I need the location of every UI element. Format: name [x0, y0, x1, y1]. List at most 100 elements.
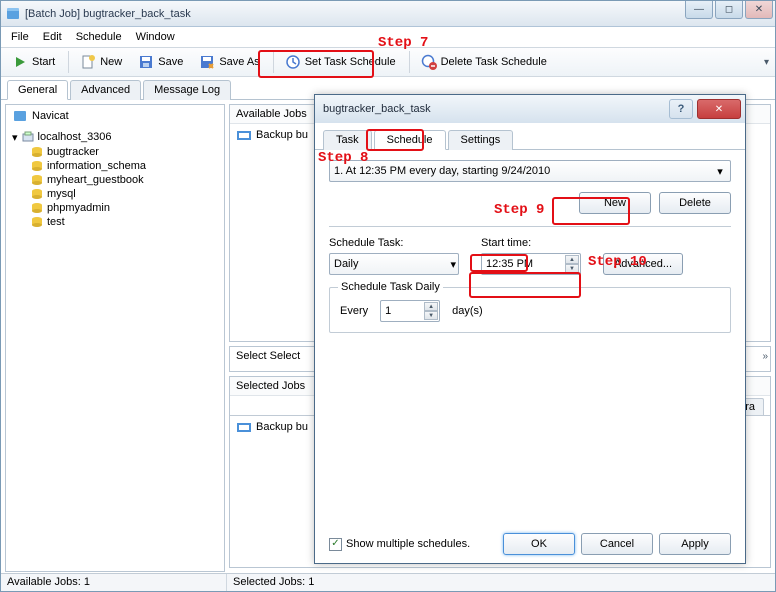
divider	[329, 226, 731, 227]
separator	[409, 51, 410, 73]
schedule-entry-label: 1. At 12:35 PM every day, starting 9/24/…	[334, 165, 550, 177]
status-selected: Selected Jobs: 1	[227, 574, 775, 591]
tree-db[interactable]: information_schema	[28, 159, 220, 173]
titlebar: [Batch Job] bugtracker_back_task — ◻ ✕	[1, 1, 775, 27]
tree-db[interactable]: test	[28, 215, 220, 229]
start-time-label: Start time:	[481, 237, 591, 249]
start-button[interactable]: Start	[5, 50, 62, 74]
clock-delete-icon	[421, 54, 437, 70]
tree-connection[interactable]: ▾ localhost_3306	[10, 129, 220, 145]
db-label: phpmyadmin	[47, 202, 110, 214]
tree-panel: Navicat ▾ localhost_3306 bugtracker info…	[5, 104, 225, 572]
db-label: mysql	[47, 188, 76, 200]
tab-general[interactable]: General	[7, 80, 68, 100]
db-label: bugtracker	[47, 146, 99, 158]
tree-root-label: Navicat	[32, 110, 69, 122]
every-value: 1	[385, 305, 391, 317]
new-button[interactable]: New	[73, 50, 129, 74]
tree-root[interactable]: Navicat	[6, 105, 224, 127]
schedule-list-combo[interactable]: 1. At 12:35 PM every day, starting 9/24/…	[329, 160, 731, 182]
save-icon	[138, 54, 154, 70]
minimize-button[interactable]: —	[685, 1, 713, 19]
tree-db[interactable]: bugtracker	[28, 145, 220, 159]
dialog-help-button[interactable]: ?	[669, 99, 693, 119]
spinner-buttons[interactable]: ▲▼	[424, 302, 438, 320]
schedule-task-value: Daily	[334, 258, 358, 270]
database-icon	[30, 216, 44, 228]
status-available: Available Jobs: 1	[1, 574, 227, 591]
statusbar: Available Jobs: 1 Selected Jobs: 1	[1, 573, 775, 591]
database-icon	[30, 146, 44, 158]
dialog-tab-settings[interactable]: Settings	[448, 130, 514, 150]
menu-schedule[interactable]: Schedule	[70, 29, 128, 45]
save-as-button[interactable]: Save As	[192, 50, 266, 74]
dialog-titlebar: bugtracker_back_task ? ✕	[315, 95, 745, 123]
db-label: myheart_guestbook	[47, 174, 144, 186]
db-list: bugtracker information_schema myheart_gu…	[28, 145, 220, 229]
chevron-down-icon: ▾	[450, 258, 456, 271]
connection-label: localhost_3306	[38, 131, 112, 143]
spinner-buttons[interactable]: ▲▼	[565, 255, 579, 273]
apply-label: Apply	[681, 538, 709, 550]
advanced-button[interactable]: Advanced...	[603, 253, 683, 275]
set-schedule-label: Set Task Schedule	[305, 56, 396, 68]
dialog-close-button[interactable]: ✕	[697, 99, 741, 119]
toolbar-overflow-icon[interactable]: ▾	[764, 57, 769, 68]
delete-schedule-label: Delete Task Schedule	[441, 56, 547, 68]
task-properties-dialog: bugtracker_back_task ? ✕ Task Schedule S…	[314, 94, 746, 564]
schedule-new-button[interactable]: New	[579, 192, 651, 214]
separator	[273, 51, 274, 73]
delete-schedule-button[interactable]: Delete Task Schedule	[414, 50, 554, 74]
save-as-icon	[199, 54, 215, 70]
menu-edit[interactable]: Edit	[37, 29, 68, 45]
save-as-label: Save As	[219, 56, 259, 68]
days-label: day(s)	[452, 305, 483, 317]
advanced-label: Advanced...	[614, 258, 672, 270]
new-icon	[80, 54, 96, 70]
schedule-daily-group: Schedule Task Daily Every 1 ▲▼ day(s)	[329, 287, 731, 333]
set-schedule-button[interactable]: Set Task Schedule	[278, 50, 403, 74]
database-icon	[30, 174, 44, 186]
window-title: [Batch Job] bugtracker_back_task	[25, 8, 191, 20]
toolbar: Start New Save Save As Set Task Schedule…	[1, 47, 775, 77]
start-time-input[interactable]: 12:35 PM ▲▼	[481, 253, 581, 275]
close-button[interactable]: ✕	[745, 1, 773, 19]
ok-button[interactable]: OK	[503, 533, 575, 555]
tree: ▾ localhost_3306 bugtracker information_…	[6, 127, 224, 231]
delete-btn-label: Delete	[679, 197, 711, 209]
dialog-tab-schedule[interactable]: Schedule	[374, 130, 446, 150]
checkbox-icon: ✓	[329, 538, 342, 551]
menubar: File Edit Schedule Window	[1, 27, 775, 47]
tree-db[interactable]: mysql	[28, 187, 220, 201]
start-label: Start	[32, 56, 55, 68]
menu-file[interactable]: File	[5, 29, 35, 45]
separator	[68, 51, 69, 73]
schedule-delete-button[interactable]: Delete	[659, 192, 731, 214]
maximize-button[interactable]: ◻	[715, 1, 743, 19]
apply-button[interactable]: Apply	[659, 533, 731, 555]
overflow-icon[interactable]: »	[762, 351, 768, 362]
dialog-tab-task[interactable]: Task	[323, 130, 372, 150]
tab-message-log[interactable]: Message Log	[143, 80, 231, 100]
database-icon	[30, 160, 44, 172]
navicat-icon	[12, 108, 28, 124]
dialog-footer: ✓ Show multiple schedules. OK Cancel App…	[329, 533, 731, 555]
dialog-tabs: Task Schedule Settings	[315, 123, 745, 150]
new-label: New	[100, 56, 122, 68]
expand-icon[interactable]: ▾	[12, 131, 18, 144]
new-btn-label: New	[604, 197, 626, 209]
schedule-task-select[interactable]: Daily ▾	[329, 253, 459, 275]
every-days-input[interactable]: 1 ▲▼	[380, 300, 440, 322]
save-label: Save	[158, 56, 183, 68]
group-title: Schedule Task Daily	[338, 281, 443, 293]
cancel-button[interactable]: Cancel	[581, 533, 653, 555]
start-time-value: 12:35 PM	[486, 258, 533, 270]
tree-db[interactable]: myheart_guestbook	[28, 173, 220, 187]
tree-db[interactable]: phpmyadmin	[28, 201, 220, 215]
dialog-title-label: bugtracker_back_task	[323, 103, 431, 115]
menu-window[interactable]: Window	[130, 29, 181, 45]
tab-advanced[interactable]: Advanced	[70, 80, 141, 100]
show-multiple-checkbox[interactable]: ✓ Show multiple schedules.	[329, 538, 470, 551]
clock-icon	[285, 54, 301, 70]
save-button[interactable]: Save	[131, 50, 190, 74]
